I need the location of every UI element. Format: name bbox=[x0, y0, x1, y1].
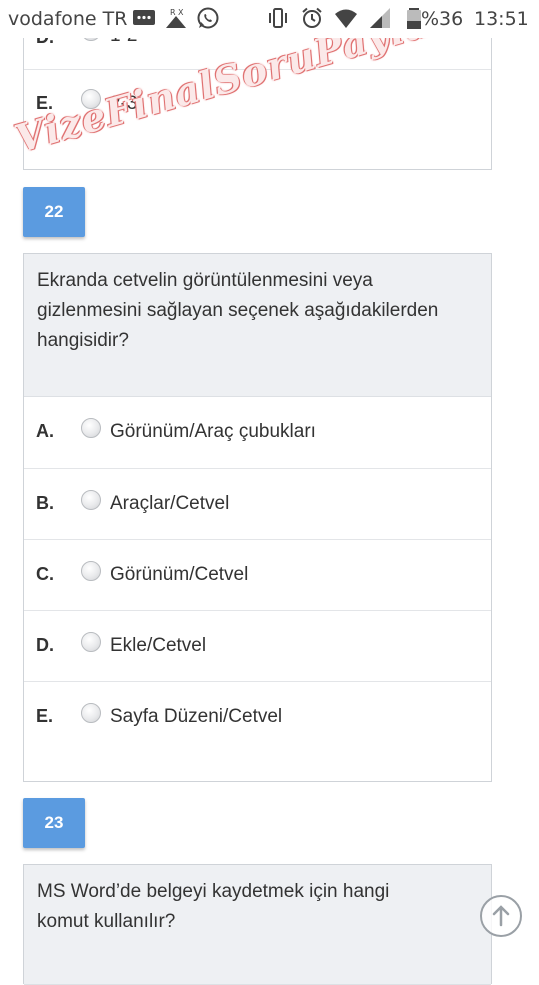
option-text: Sayfa Düzeni/Cetvel bbox=[110, 706, 283, 727]
question-text: MS Word’de belgeyi kaydetmek için hangi … bbox=[24, 865, 491, 985]
question-number-badge: 22 bbox=[23, 187, 85, 237]
option-letter: D. bbox=[36, 635, 54, 655]
message-icon bbox=[133, 10, 155, 25]
question-text: Ekranda cetvelin görüntülenmesini veya g… bbox=[24, 254, 491, 397]
radio-button[interactable] bbox=[81, 89, 101, 109]
status-bar: vodafone TR R X %36 13:51 bbox=[0, 0, 539, 38]
svg-text:X: X bbox=[178, 8, 184, 17]
battery-percentage: %36 bbox=[421, 8, 464, 30]
question-card-22: Ekranda cetvelin görüntülenmesini veya g… bbox=[23, 253, 492, 782]
question-card-23: MS Word’de belgeyi kaydetmek için hangi … bbox=[23, 864, 492, 985]
options-list: A. Görünüm/Araç çubukları B. Araçlar/Cet… bbox=[24, 397, 491, 781]
option-text: Görünüm/Araç çubukları bbox=[110, 421, 316, 442]
scroll-to-top-button[interactable] bbox=[480, 895, 522, 937]
arrow-up-icon bbox=[492, 905, 510, 927]
option-letter: E. bbox=[36, 93, 54, 113]
option-e[interactable]: E. 2-3 bbox=[24, 69, 491, 139]
option-b[interactable]: B. Araçlar/Cetvel bbox=[24, 468, 491, 539]
option-letter: C. bbox=[36, 564, 54, 584]
radio-button[interactable] bbox=[81, 418, 101, 438]
question-number-badge: 23 bbox=[23, 798, 85, 848]
option-c[interactable]: C. Görünüm/Cetvel bbox=[24, 539, 491, 610]
radio-button[interactable] bbox=[81, 490, 101, 510]
option-letter: B. bbox=[36, 493, 54, 513]
wifi-icon bbox=[335, 9, 357, 28]
signal-icon bbox=[370, 8, 390, 28]
option-text: 2-3 bbox=[110, 93, 138, 114]
svg-text:R: R bbox=[170, 8, 176, 17]
option-letter: A. bbox=[36, 421, 54, 441]
app-icon: R X bbox=[166, 8, 186, 28]
option-text: Ekle/Cetvel bbox=[110, 635, 207, 656]
radio-button[interactable] bbox=[81, 561, 101, 581]
option-d[interactable]: D. Ekle/Cetvel bbox=[24, 610, 491, 681]
radio-button[interactable] bbox=[81, 632, 101, 652]
option-text: Araçlar/Cetvel bbox=[110, 493, 230, 514]
option-letter: E. bbox=[36, 706, 54, 726]
vibrate-icon bbox=[269, 8, 287, 28]
whatsapp-icon bbox=[197, 7, 219, 29]
clock: 13:51 bbox=[474, 8, 529, 30]
option-a[interactable]: A. Görünüm/Araç çubukları bbox=[24, 397, 491, 468]
radio-button[interactable] bbox=[81, 703, 101, 723]
option-text: Görünüm/Cetvel bbox=[110, 564, 249, 585]
alarm-icon bbox=[302, 7, 322, 28]
option-e[interactable]: E. Sayfa Düzeni/Cetvel bbox=[24, 681, 491, 781]
carrier-label: vodafone TR bbox=[8, 8, 128, 30]
